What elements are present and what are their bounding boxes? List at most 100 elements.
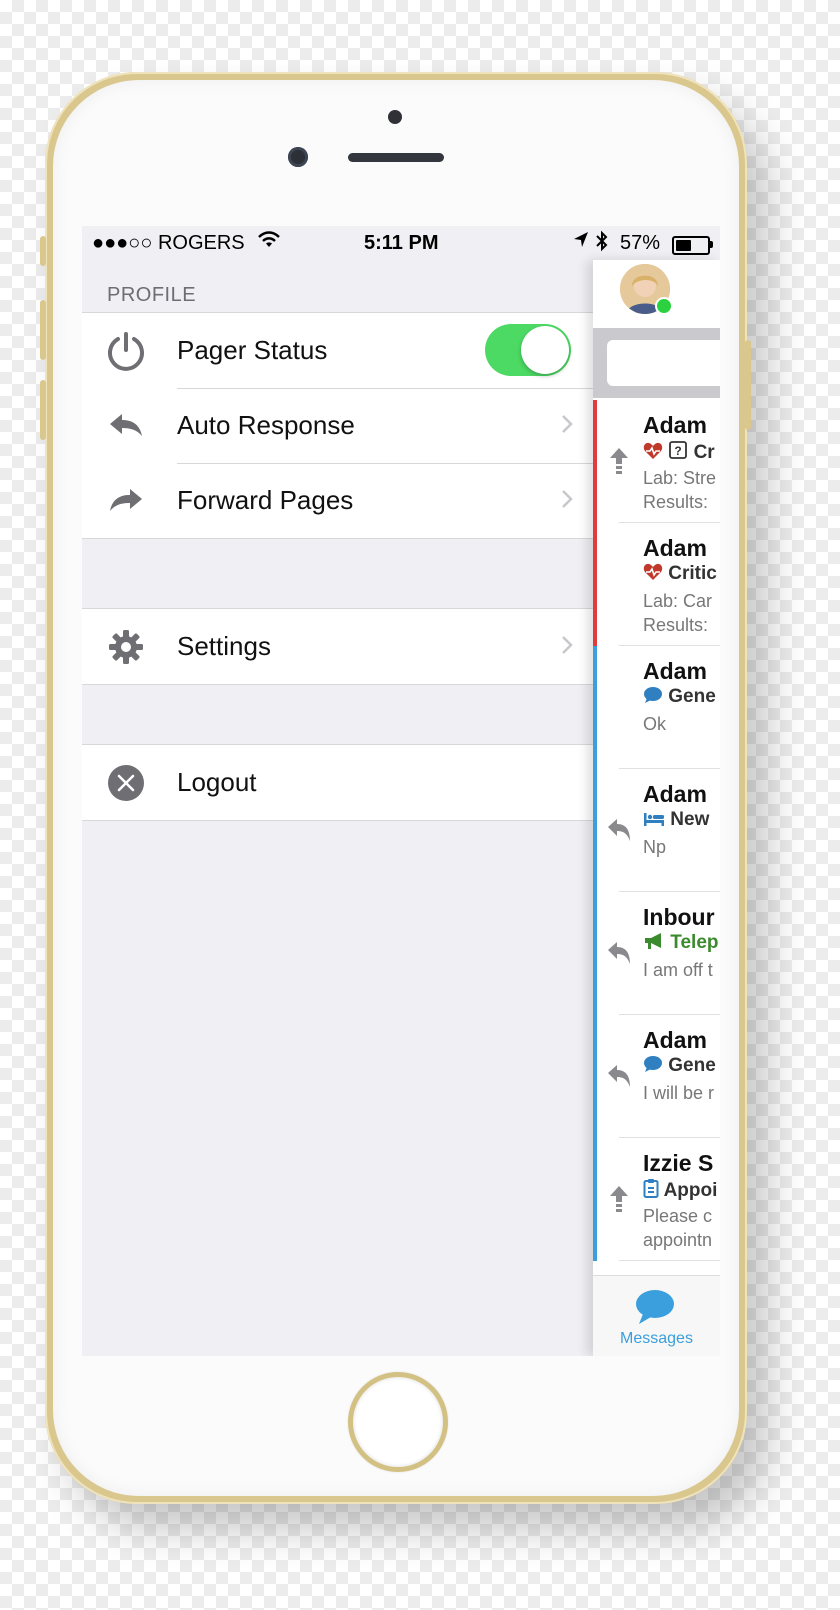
earpiece-speaker (348, 153, 444, 162)
message-category-text: New (670, 809, 710, 830)
speech-bubble-icon (644, 687, 662, 703)
tab-bar: Messages (593, 1275, 720, 1356)
message-preview: I will be r (643, 1083, 715, 1103)
search-input[interactable] (607, 340, 720, 386)
message-preview: Np (643, 837, 667, 857)
logout-row[interactable]: Logout (82, 745, 593, 820)
message-category-text: Critic (668, 563, 717, 584)
status-bar: ●●●○○ ROGERS 5:11 PM 57% (82, 226, 720, 260)
message-category-text: Telep (670, 932, 719, 953)
message-category: ? Cr (643, 440, 715, 464)
message-category-text: Gene (668, 686, 716, 707)
message-sender: Adam (643, 1027, 707, 1053)
section-title-profile: PROFILE (107, 284, 197, 306)
clock: 5:11 PM (364, 232, 439, 254)
logout-label: Logout (177, 767, 257, 797)
chevron-right-icon (562, 415, 573, 433)
reply-icon (608, 942, 630, 964)
normal-bar (593, 1138, 597, 1261)
up-arrow-icon (610, 1186, 628, 1212)
chat-bubble-icon[interactable] (633, 1288, 677, 1326)
svg-text:?: ? (675, 444, 682, 458)
heartbeat-icon (643, 442, 663, 459)
home-button[interactable] (348, 1372, 448, 1472)
forward-pages-row[interactable]: Forward Pages (82, 463, 593, 538)
power-icon (108, 332, 144, 371)
message-sender: Adam (643, 412, 707, 438)
megaphone-icon (645, 933, 661, 949)
pager-status-label: Pager Status (177, 335, 328, 365)
power-side-button (745, 340, 751, 430)
bluetooth-icon (596, 230, 608, 252)
screen: PROFILE Pager Status Auto Response Forwa… (82, 226, 720, 1356)
up-arrow-icon (610, 448, 628, 474)
settings-group: Settings (82, 608, 593, 685)
reply-icon (110, 414, 142, 436)
message-item[interactable]: Adam ? Cr Lab: Stre Results: (593, 400, 720, 523)
message-category-text: Appoi (663, 1180, 718, 1201)
carrier-label: ●●●○○ ROGERS (92, 232, 245, 254)
forward-pages-label: Forward Pages (177, 485, 354, 515)
mute-switch (40, 236, 46, 266)
logout-group: Logout (82, 744, 593, 821)
message-item[interactable]: Adam Gene Ok (593, 646, 720, 769)
location-arrow-icon (574, 232, 588, 247)
message-list: Adam ? Cr Lab: Stre Results: Adam Critic… (593, 400, 720, 1261)
settings-row[interactable]: Settings (82, 609, 593, 684)
message-sender: Izzie S (643, 1150, 714, 1176)
message-item[interactable]: Izzie S Appoi Please c appointn (593, 1138, 720, 1261)
bed-icon (644, 813, 664, 826)
message-category: Telep (643, 932, 719, 954)
message-item[interactable]: Adam Critic Lab: Car Results: (593, 523, 720, 646)
message-category: Appoi (643, 1178, 717, 1202)
wifi-icon (258, 231, 280, 247)
message-item[interactable]: Inbour Telep I am off t (593, 892, 720, 1015)
normal-bar (593, 1015, 597, 1138)
profile-drawer: PROFILE Pager Status Auto Response Forwa… (82, 226, 593, 1356)
battery-percent: 57% (620, 232, 661, 254)
toggle-knob (521, 326, 569, 374)
speech-bubble-icon (644, 1056, 662, 1072)
battery-tip (710, 241, 713, 248)
volume-down-button (40, 380, 46, 440)
message-preview: Ok (643, 714, 667, 734)
message-item[interactable]: Adam Gene I will be r (593, 1015, 720, 1138)
message-category: New (643, 809, 709, 831)
reply-icon (608, 819, 630, 841)
normal-bar (593, 892, 597, 1015)
gear-icon (109, 630, 143, 664)
pager-status-toggle[interactable] (485, 324, 571, 376)
message-item[interactable]: Adam New Np (593, 769, 720, 892)
chevron-right-icon (562, 636, 573, 654)
messages-panel: Adam ? Cr Lab: Stre Results: Adam Critic… (593, 260, 720, 1356)
settings-label: Settings (177, 631, 271, 661)
message-preview: Lab: Stre Results: (643, 468, 717, 512)
urgent-bar (593, 400, 597, 523)
message-preview: Please c appointn (643, 1206, 713, 1250)
message-sender: Adam (643, 535, 707, 561)
message-preview: Lab: Car Results: (643, 591, 713, 635)
heartbeat-icon (643, 563, 663, 580)
volume-up-button (40, 300, 46, 360)
battery-fill (676, 240, 691, 251)
auto-response-row[interactable]: Auto Response (82, 388, 593, 463)
message-sender: Inbour (643, 904, 715, 930)
question-box-icon: ? (669, 441, 688, 459)
normal-bar (593, 646, 597, 769)
clipboard-icon (643, 1179, 659, 1198)
urgent-bar (593, 523, 597, 646)
normal-bar (593, 769, 597, 892)
pager-status-row[interactable]: Pager Status (82, 313, 593, 388)
message-category-text: Cr (693, 442, 715, 463)
message-category: Gene (643, 686, 716, 708)
message-sender: Adam (643, 781, 707, 807)
forward-icon (110, 489, 142, 511)
tab-messages[interactable]: Messages (593, 1330, 720, 1348)
profile-group: Pager Status Auto Response Forward Pages (82, 312, 593, 539)
front-camera (288, 147, 308, 167)
online-status-dot (655, 297, 673, 315)
auto-response-label: Auto Response (177, 410, 355, 440)
message-preview: I am off t (643, 960, 713, 980)
close-circle-icon (108, 765, 144, 801)
battery-icon (672, 236, 710, 255)
